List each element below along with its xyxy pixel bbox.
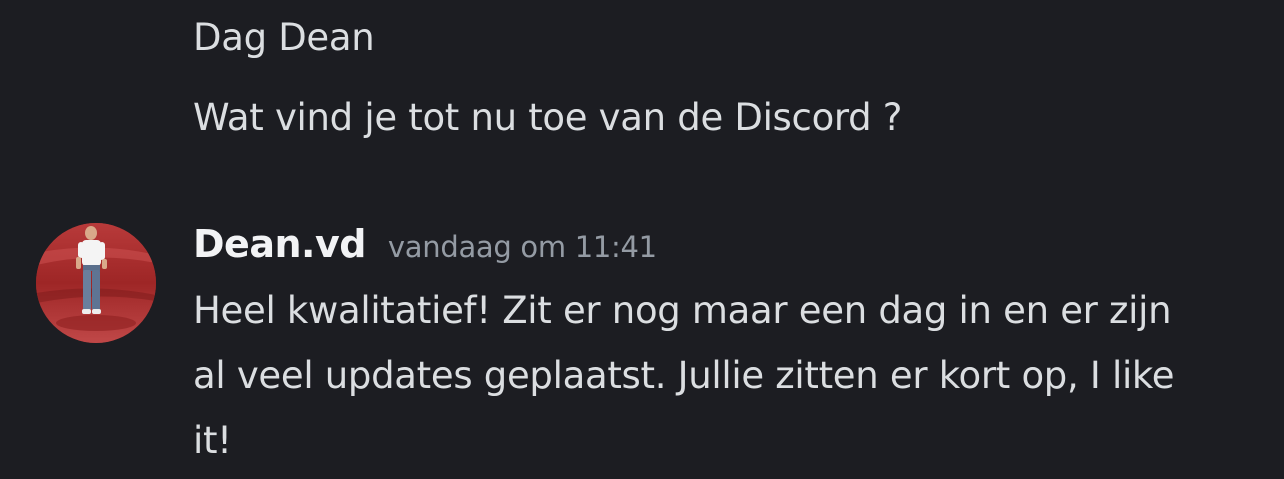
avatar-photo [36, 223, 156, 343]
avatar[interactable] [36, 223, 156, 343]
chat-message-list: Dag Dean Wat vind je tot nu toe van de D… [0, 0, 1284, 479]
message-text: Wat vind je tot nu toe van de Discord ? [193, 96, 903, 139]
message-text: Dag Dean [193, 16, 375, 59]
message-header: Dean.vd vandaag om 11:41 [193, 218, 657, 270]
timestamp: vandaag om 11:41 [387, 230, 657, 264]
username[interactable]: Dean.vd [193, 222, 366, 266]
message-text: Heel kwalitatief! Zit er nog maar een da… [193, 289, 1175, 462]
